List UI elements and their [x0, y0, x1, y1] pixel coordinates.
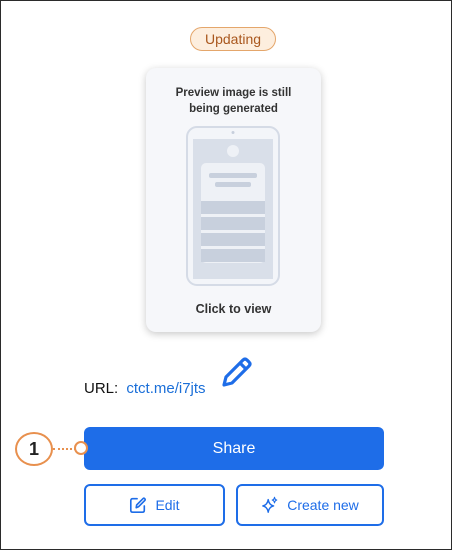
preview-message: Preview image is still being generated [146, 85, 321, 117]
phone-placeholder-icon [186, 126, 280, 286]
short-url-link[interactable]: ctct.me/i7jts [126, 380, 205, 397]
sparkle-icon [262, 496, 278, 513]
callout-connector [53, 448, 76, 450]
url-row: URL: ctct.me/i7jts [84, 380, 206, 397]
edit-button-label: Edit [155, 497, 180, 513]
callout-number-label: 1 [28, 438, 39, 459]
pencil-icon[interactable] [216, 352, 256, 392]
callout-number: 1 [15, 432, 53, 466]
edit-square-icon [130, 497, 147, 514]
create-new-button[interactable]: Create new [236, 484, 384, 526]
click-to-view-label: Click to view [195, 302, 272, 316]
share-button[interactable]: Share [84, 427, 384, 470]
preview-message-line-2: being generated [189, 103, 278, 115]
url-label: URL: [84, 380, 119, 397]
status-badge-label: Updating [204, 31, 262, 47]
edit-button[interactable]: Edit [84, 484, 225, 526]
status-badge: Updating [190, 27, 276, 51]
share-button-label: Share [212, 439, 256, 457]
preview-message-line-1: Preview image is still [175, 87, 292, 99]
preview-card[interactable]: Preview image is still being generated C… [146, 68, 321, 332]
callout-dot [74, 441, 88, 455]
create-new-button-label: Create new [287, 497, 359, 513]
